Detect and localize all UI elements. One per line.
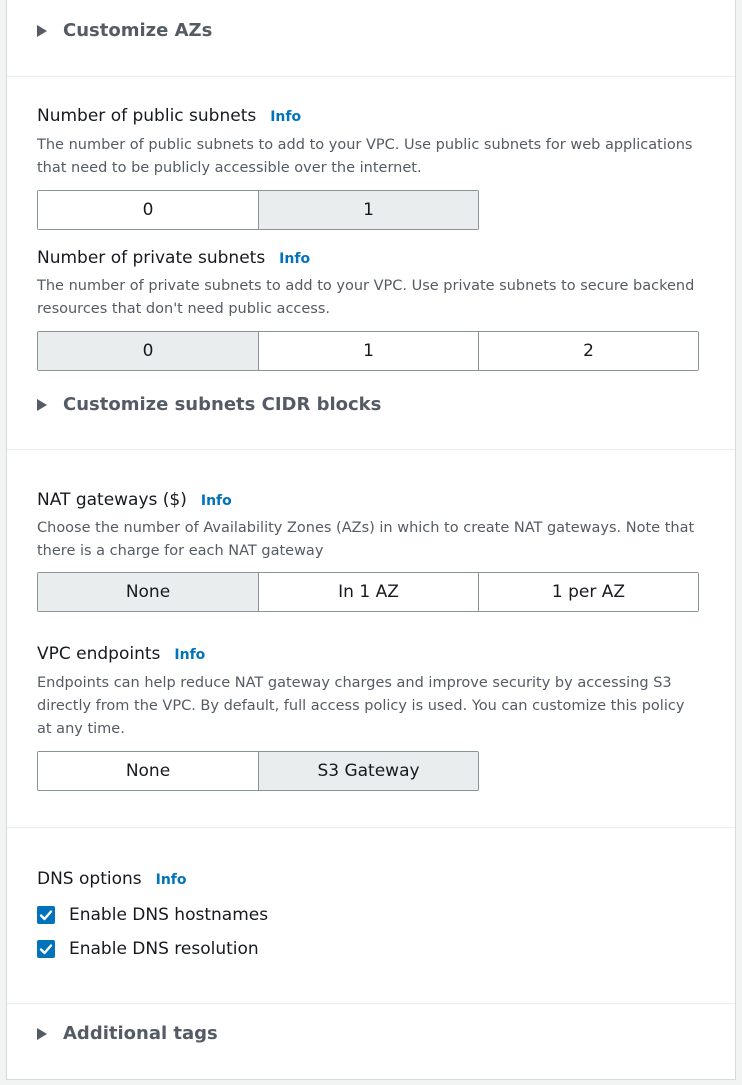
nat-gateways-info-link[interactable]: Info xyxy=(201,493,232,509)
checkbox-checked-icon xyxy=(37,940,55,958)
additional-tags-label: Additional tags xyxy=(63,1023,218,1044)
customize-azs-label: Customize AZs xyxy=(63,20,213,41)
dns-options-title: DNS options xyxy=(37,869,142,889)
dns-options-info-link[interactable]: Info xyxy=(156,872,187,888)
public-subnets-segmented-control: 0 1 xyxy=(37,190,479,230)
vpc-endpoints-label: VPC endpoints Info xyxy=(37,644,205,664)
caret-right-icon xyxy=(37,24,47,37)
enable-dns-resolution-checkbox[interactable]: Enable DNS resolution xyxy=(37,939,259,959)
caret-right-icon xyxy=(37,398,47,411)
private-subnets-option-0[interactable]: 0 xyxy=(38,332,258,370)
nat-gateways-label: NAT gateways ($) Info xyxy=(37,490,232,510)
divider xyxy=(7,76,735,77)
nat-gateways-title: NAT gateways ($) xyxy=(37,490,187,510)
enable-dns-hostnames-checkbox[interactable]: Enable DNS hostnames xyxy=(37,905,268,925)
enable-dns-hostnames-label: Enable DNS hostnames xyxy=(69,905,269,925)
enable-dns-resolution-label: Enable DNS resolution xyxy=(69,939,259,959)
customize-cidr-label: Customize subnets CIDR blocks xyxy=(63,394,382,415)
public-subnets-option-1[interactable]: 1 xyxy=(258,191,478,229)
private-subnets-segmented-control: 0 1 2 xyxy=(37,331,699,371)
public-subnets-description: The number of public subnets to add to y… xyxy=(37,137,693,176)
private-subnets-option-2[interactable]: 2 xyxy=(478,332,698,370)
customize-cidr-expander[interactable]: Customize subnets CIDR blocks xyxy=(37,394,381,415)
vpc-endpoints-info-link[interactable]: Info xyxy=(174,647,205,663)
public-subnets-label: Number of public subnets Info xyxy=(37,106,301,126)
dns-options-label: DNS options Info xyxy=(37,869,187,889)
nat-gateways-option-none[interactable]: None xyxy=(38,573,258,611)
divider xyxy=(7,1003,735,1004)
private-subnets-description: The number of private subnets to add to … xyxy=(37,278,695,317)
private-subnets-title: Number of private subnets xyxy=(37,248,266,268)
vpc-settings-panel: Customize AZs Number of public subnets I… xyxy=(6,0,736,1080)
private-subnets-info-link[interactable]: Info xyxy=(279,251,310,267)
divider xyxy=(7,449,735,450)
checkbox-checked-icon xyxy=(37,906,55,924)
nat-gateways-option-1-per-az[interactable]: 1 per AZ xyxy=(478,573,698,611)
customize-azs-expander[interactable]: Customize AZs xyxy=(37,20,212,41)
vpc-endpoints-option-none[interactable]: None xyxy=(38,752,258,790)
vpc-endpoints-option-s3-gateway[interactable]: S3 Gateway xyxy=(258,752,478,790)
divider xyxy=(7,827,735,828)
caret-right-icon xyxy=(37,1027,47,1040)
nat-gateways-option-in-1-az[interactable]: In 1 AZ xyxy=(258,573,478,611)
public-subnets-option-0[interactable]: 0 xyxy=(38,191,258,229)
nat-gateways-description: Choose the number of Availability Zones … xyxy=(37,520,695,559)
vpc-endpoints-segmented-control: None S3 Gateway xyxy=(37,751,479,791)
private-subnets-option-1[interactable]: 1 xyxy=(258,332,478,370)
vpc-endpoints-title: VPC endpoints xyxy=(37,644,161,664)
additional-tags-expander[interactable]: Additional tags xyxy=(37,1023,218,1044)
public-subnets-info-link[interactable]: Info xyxy=(270,109,301,125)
nat-gateways-segmented-control: None In 1 AZ 1 per AZ xyxy=(37,572,699,612)
vpc-endpoints-description: Endpoints can help reduce NAT gateway ch… xyxy=(37,675,685,737)
private-subnets-label: Number of private subnets Info xyxy=(37,248,310,268)
public-subnets-title: Number of public subnets xyxy=(37,106,257,126)
